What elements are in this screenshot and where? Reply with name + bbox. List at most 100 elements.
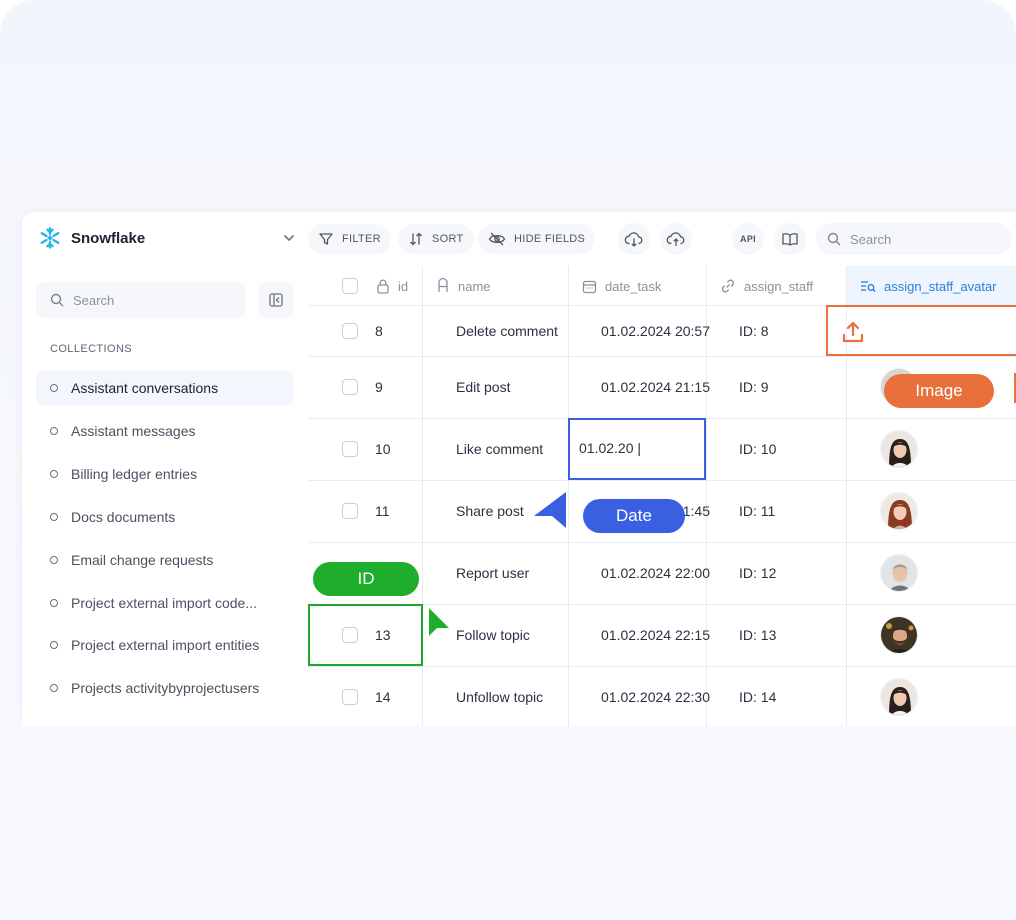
hide-fields-label: HIDE FIELDS (514, 233, 586, 245)
collection-dot-icon (50, 427, 58, 435)
row-checkbox[interactable] (342, 503, 358, 519)
cell-name[interactable]: Like comment (456, 441, 543, 457)
column-header-date-task[interactable]: date_task (582, 266, 661, 306)
column-header-id[interactable]: id (376, 266, 408, 306)
id-cell-selected[interactable] (308, 604, 423, 666)
date-callout: Date (583, 499, 685, 533)
sidebar-collapse-icon (269, 293, 283, 307)
avatar[interactable] (880, 616, 918, 654)
sidebar-item-project-external-import-entities[interactable]: Project external import entities (36, 627, 294, 663)
avatar[interactable] (880, 492, 918, 530)
row-divider (308, 356, 1016, 357)
filter-button[interactable]: FILTER (308, 224, 391, 254)
column-header-name[interactable]: name (436, 266, 491, 306)
sidebar-item-assistant-conversations[interactable]: Assistant conversations (36, 370, 294, 406)
cell-id[interactable]: 11 (375, 503, 390, 519)
collection-dot-icon (50, 384, 58, 392)
text-field-icon (438, 278, 448, 292)
lookup-icon (861, 281, 876, 292)
id-callout: ID (313, 562, 419, 596)
lock-icon (377, 279, 389, 294)
row-checkbox[interactable] (342, 689, 358, 705)
sidebar-item-project-external-import-code[interactable]: Project external import code... (36, 585, 294, 621)
avatar[interactable] (880, 430, 918, 468)
workspace-name: Snowflake (71, 229, 146, 247)
column-header-label: date_task (605, 278, 662, 294)
cell-date-task[interactable]: 01.02.2024 20:57 (601, 323, 710, 339)
sort-icon (410, 232, 422, 246)
eye-off-icon (488, 232, 506, 246)
filter-icon (319, 233, 333, 245)
cell-name[interactable]: Follow topic (456, 627, 530, 643)
cell-assign-staff[interactable]: ID: 13 (739, 627, 776, 643)
cell-assign-staff[interactable]: ID: 14 (739, 689, 776, 705)
cell-assign-staff[interactable]: ID: 10 (739, 441, 776, 457)
upload-button[interactable] (660, 223, 692, 255)
cell-id[interactable]: 8 (375, 323, 383, 339)
avatar[interactable] (880, 678, 918, 716)
cell-name[interactable]: Unfollow topic (456, 689, 543, 705)
sidebar-item-assistant-messages[interactable]: Assistant messages (36, 413, 294, 449)
date-edit-value[interactable]: 01.02.20 | (579, 440, 641, 456)
sidebar-item-label: Project external import entities (71, 637, 260, 653)
collection-dot-icon (50, 641, 58, 649)
cell-date-task[interactable]: 01.02.2024 21:15 (601, 379, 710, 395)
cell-date-task[interactable]: 01.02.2024 22:00 (601, 565, 710, 581)
toolbar-search-placeholder: Search (850, 231, 892, 247)
row-checkbox[interactable] (342, 441, 358, 457)
column-header-label: name (458, 278, 491, 294)
cell-name[interactable]: Delete comment (456, 323, 558, 339)
select-all-checkbox[interactable] (342, 278, 358, 294)
sidebar-item-label: Project external import code... (71, 595, 257, 611)
cell-name[interactable]: Edit post (456, 379, 510, 395)
sort-button[interactable]: SORT (398, 224, 474, 254)
cell-id[interactable]: 10 (375, 441, 391, 457)
woman-red-hair-avatar-icon (881, 493, 917, 529)
sidebar-search-placeholder: Search (73, 292, 115, 308)
cell-id[interactable]: 9 (375, 379, 383, 395)
cell-id[interactable]: 14 (375, 689, 391, 705)
cell-name[interactable]: Report user (456, 565, 529, 581)
collection-dot-icon (50, 684, 58, 692)
sidebar-item-docs-documents[interactable]: Docs documents (36, 499, 294, 535)
sidebar-item-email-change-requests[interactable]: Email change requests (36, 542, 294, 578)
collection-dot-icon (50, 470, 58, 478)
cell-assign-staff[interactable]: ID: 12 (739, 565, 776, 581)
woman-dark-hair-avatar-icon (881, 431, 917, 467)
sidebar-item-billing-ledger-entries[interactable]: Billing ledger entries (36, 456, 294, 492)
sidebar-item-label: Billing ledger entries (71, 466, 198, 482)
calendar-icon (582, 280, 597, 293)
cell-name[interactable]: Share post (456, 503, 524, 519)
sidebar-search-input[interactable]: Search (36, 282, 246, 318)
row-checkbox[interactable] (342, 379, 358, 395)
sidebar-item-label: Email change requests (71, 552, 214, 568)
sidebar: Snowflake Search COLLECTIONS Assistant c… (22, 212, 308, 726)
column-header-assign-staff-avatar[interactable]: assign_staff_avatar (860, 266, 997, 306)
image-callout: Image (884, 374, 994, 408)
collapse-sidebar-button[interactable] (258, 282, 294, 318)
cell-date-task[interactable]: 01.02.2024 22:15 (601, 627, 710, 643)
workspace-switcher[interactable]: Snowflake (38, 226, 296, 250)
upload-avatar-cell[interactable] (826, 305, 1016, 356)
row-divider (308, 480, 1016, 481)
woman-dark-hair-avatar-icon (881, 679, 917, 715)
download-button[interactable] (618, 223, 650, 255)
docs-button[interactable] (774, 223, 806, 255)
cell-assign-staff[interactable]: ID: 8 (739, 323, 769, 339)
blue-cursor-icon (534, 492, 566, 528)
column-header-assign-staff[interactable]: assign_staff (720, 266, 813, 306)
hide-fields-button[interactable]: HIDE FIELDS (478, 224, 596, 254)
sidebar-item-projects-activity[interactable]: Projects activitybyprojectusers (36, 670, 294, 706)
row-checkbox[interactable] (342, 323, 358, 339)
avatar[interactable] (880, 554, 918, 592)
date-cell-editing[interactable]: 01.02.20 | (568, 418, 706, 480)
cell-assign-staff[interactable]: ID: 9 (739, 379, 769, 395)
cell-assign-staff[interactable]: ID: 11 (739, 503, 775, 519)
column-divider (568, 266, 569, 726)
sidebar-item-label: Assistant messages (71, 423, 196, 439)
collection-dot-icon (50, 513, 58, 521)
collection-dot-icon (50, 556, 58, 564)
toolbar-search-input[interactable]: Search (816, 223, 1012, 255)
cell-date-task[interactable]: 01.02.2024 22:30 (601, 689, 710, 705)
api-button[interactable]: API (732, 223, 764, 255)
